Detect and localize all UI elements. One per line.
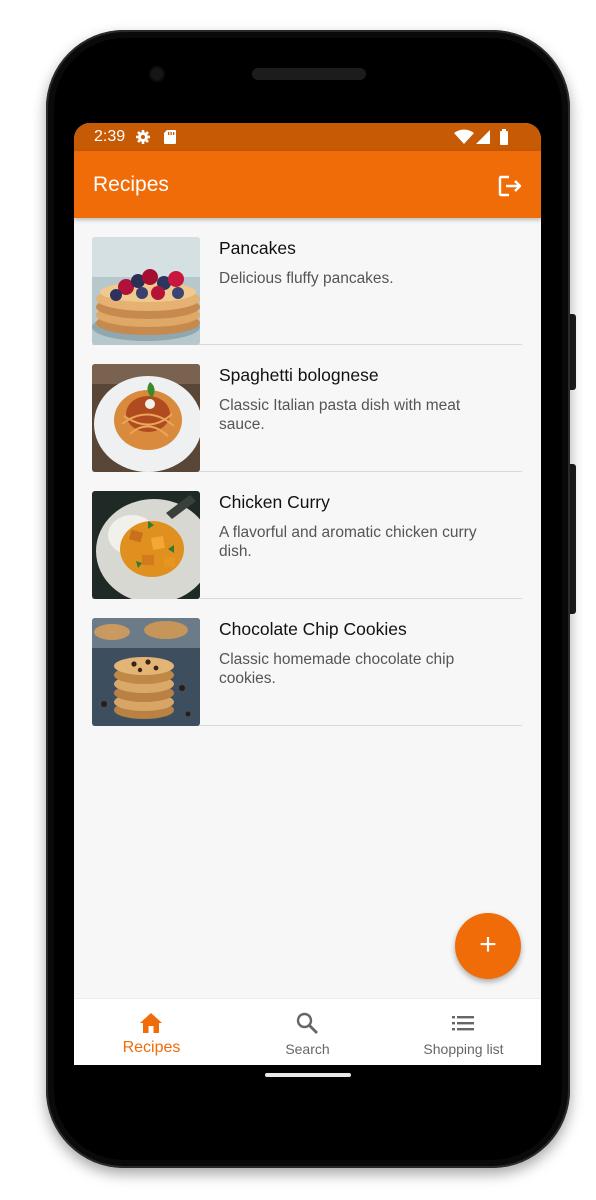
status-time: 2:39	[94, 128, 126, 145]
gear-icon	[135, 129, 151, 150]
volume-button	[570, 464, 576, 614]
plus-icon: +	[479, 928, 497, 961]
power-button	[570, 314, 576, 390]
front-camera	[149, 66, 165, 82]
home-icon	[140, 1013, 162, 1033]
nav-label: Recipes	[122, 1039, 181, 1056]
nav-item-search[interactable]: Search	[230, 999, 385, 1065]
recipe-title: Pancakes	[219, 238, 296, 258]
logout-button[interactable]	[495, 171, 525, 201]
nav-label: Search	[285, 1041, 330, 1057]
recipe-title: Chocolate Chip Cookies	[219, 619, 407, 639]
recipe-list: Pancakes Delicious fluffy pancakes. Spag…	[92, 218, 522, 726]
home-indicator[interactable]	[265, 1073, 351, 1077]
signal-icon	[475, 129, 491, 150]
nav-item-shopping-list[interactable]: Shopping list	[386, 999, 541, 1065]
app-screen: 2:39 Recipes Pancakes Delicious fluffy p…	[74, 123, 541, 1065]
search-icon	[296, 1012, 318, 1034]
recipe-description: Classic homemade chocolate chip cookies.	[219, 651, 455, 687]
recipe-image-spaghetti	[92, 364, 200, 472]
recipe-item-spaghetti[interactable]: Spaghetti bolognese Classic Italian past…	[92, 345, 522, 472]
earpiece-speaker	[252, 68, 366, 80]
recipe-title: Spaghetti bolognese	[219, 365, 379, 385]
recipe-item-pancakes[interactable]: Pancakes Delicious fluffy pancakes.	[92, 218, 522, 345]
recipe-description: Delicious fluffy pancakes.	[219, 270, 394, 287]
recipe-image-chicken-curry	[92, 491, 200, 599]
logout-icon	[498, 175, 522, 197]
bottom-navigation: Recipes Search Shopping list	[74, 998, 541, 1065]
list-icon	[452, 1016, 474, 1031]
recipe-item-chicken-curry[interactable]: Chicken Curry A flavorful and aromatic c…	[92, 472, 522, 599]
app-bar: Recipes	[74, 151, 541, 218]
sd-card-icon	[163, 129, 177, 150]
add-recipe-button[interactable]: +	[455, 913, 521, 979]
recipe-title: Chicken Curry	[219, 492, 330, 512]
recipe-image-cookies	[92, 618, 200, 726]
nav-item-recipes[interactable]: Recipes	[74, 999, 229, 1065]
battery-icon	[499, 129, 509, 150]
device-mockup: 2:39 Recipes Pancakes Delicious fluffy p…	[0, 0, 596, 1200]
recipe-image-pancakes	[92, 237, 200, 345]
recipe-description: A flavorful and aromatic chicken curry d…	[219, 524, 477, 560]
wifi-icon	[454, 129, 474, 150]
nav-label: Shopping list	[423, 1041, 504, 1057]
recipe-item-cookies[interactable]: Chocolate Chip Cookies Classic homemade …	[92, 599, 522, 726]
status-bar: 2:39	[74, 123, 541, 151]
recipe-description: Classic Italian pasta dish with meat sau…	[219, 397, 461, 433]
page-title: Recipes	[93, 173, 169, 196]
